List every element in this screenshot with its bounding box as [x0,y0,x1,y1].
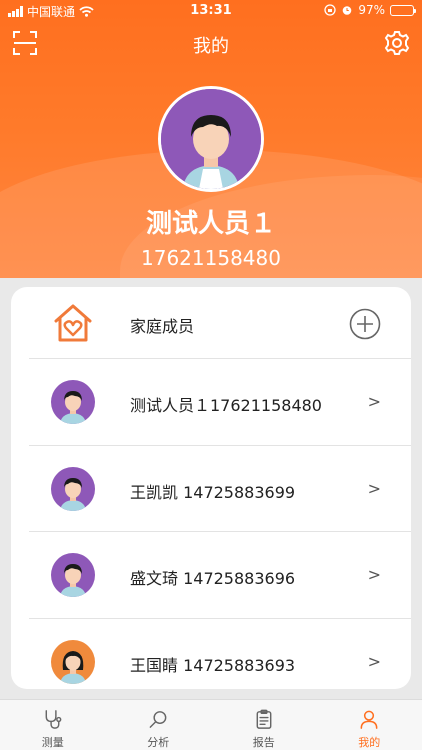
person-icon [360,710,378,729]
family-members-label: 家庭成员 [130,317,195,336]
stethoscope-icon [45,710,62,729]
chevron-right-icon: > [367,478,381,498]
status-bar: 中国联通 13:31 97% [0,0,422,22]
chevron-right-icon: > [367,651,381,671]
profile-name: 测试人员１ [145,209,276,239]
clipboard-icon [256,709,272,729]
chevron-right-icon: > [367,392,381,411]
profile-avatar[interactable] [158,86,264,192]
male-avatar-icon [51,553,95,597]
gear-icon[interactable] [384,30,410,56]
family-member-label: 盛文琦 14725883696 [130,569,296,588]
family-member-label: 王国睛 14725883693 [130,655,296,675]
male-avatar-icon [51,380,95,424]
male-avatar-icon [51,466,95,511]
family-member-row[interactable]: 盛文琦 14725883696 > [29,532,411,619]
family-member-row[interactable]: 王国睛 14725883693 > [29,619,411,690]
tab-report[interactable]: 报告 [211,700,317,750]
plus-circle-icon[interactable] [349,308,381,340]
female-avatar-icon [51,639,95,684]
battery-icon [390,4,416,16]
tab-measure[interactable]: 测量 [0,700,106,750]
nav-bar: 我的 [0,22,422,66]
male-avatar-icon [161,89,261,189]
search-icon [149,711,167,728]
family-member-row[interactable]: 王凯凯 14725883699 > [29,446,411,532]
tab-label: 我的 [358,736,381,749]
battery-percent: 97% [358,3,385,17]
tab-label: 报告 [252,736,275,749]
family-member-label: 王凯凯 14725883699 [130,482,296,502]
rotation-lock-icon [324,4,336,16]
tab-mine[interactable]: 我的 [317,700,422,750]
family-members-card: 家庭成员 测试人员１17621158480 > 王凯凯 14725883699 … [11,287,411,689]
tab-label: 分析 [147,736,170,749]
family-header-row: 家庭成员 [29,287,411,359]
chevron-right-icon: > [367,565,381,584]
alarm-icon [343,6,352,15]
tab-bar: 测量 分析 报告 我的 [0,699,422,750]
family-home-icon [54,304,92,342]
tab-analysis[interactable]: 分析 [106,700,212,750]
family-member-label: 测试人员１17621158480 [130,396,322,415]
profile-phone: 17621158480 [141,246,281,270]
family-member-row[interactable]: 测试人员１17621158480 > [29,359,411,446]
tab-label: 测量 [41,736,64,749]
page-title: 我的 [193,36,229,57]
